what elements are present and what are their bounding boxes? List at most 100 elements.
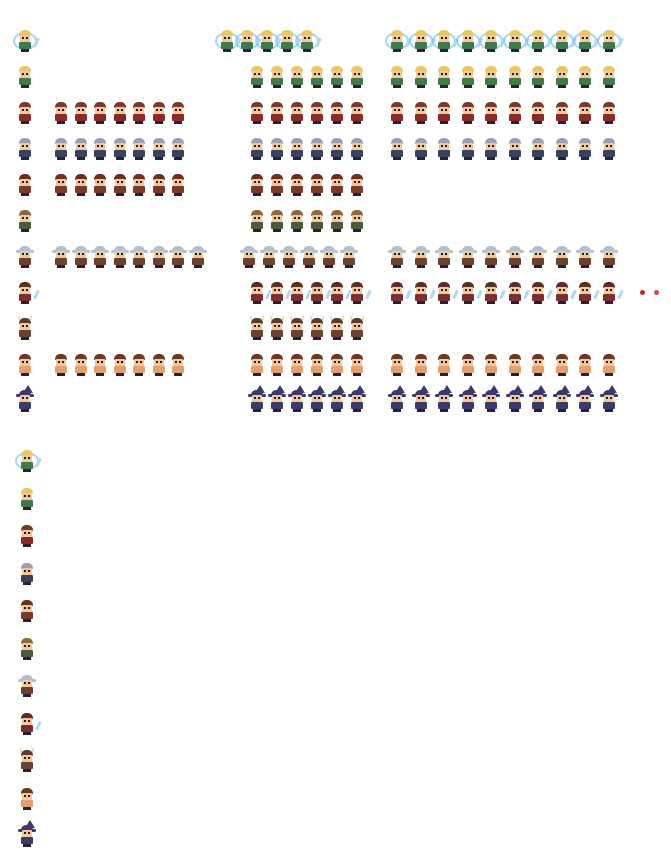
sprite-eye: [609, 109, 612, 111]
sprite-body: [331, 114, 343, 121]
sprite-eye: [248, 37, 250, 39]
sprite-eye: [274, 397, 276, 399]
explorer-sprite: [260, 246, 278, 268]
sprite-legs: [96, 373, 104, 376]
sprite-eye: [605, 289, 608, 291]
knight-sprite: [91, 138, 109, 160]
sprite-eye: [417, 289, 420, 291]
elf_fx-sprite: [13, 30, 40, 52]
sprite-eye: [511, 37, 514, 39]
sprite-eye: [417, 145, 420, 147]
sprite-eye: [441, 109, 443, 111]
sprite-legs: [273, 229, 281, 232]
sprite-eye: [441, 361, 443, 363]
sprite-body: [263, 258, 275, 265]
sprite-body: [391, 150, 403, 157]
sprite-body: [331, 330, 343, 337]
sprite-eye: [26, 217, 28, 219]
elf_fx-sprite: [573, 30, 600, 52]
sprite-body: [579, 258, 591, 265]
sprite-legs: [333, 229, 341, 232]
sprite-body: [391, 42, 403, 49]
sprite-eye: [175, 145, 177, 147]
knight-sprite: [412, 138, 430, 160]
barbarian-sprite: [576, 354, 594, 376]
sprite-eye: [140, 253, 142, 255]
sprite-eye: [445, 37, 447, 39]
sprite-body: [461, 258, 474, 265]
bard-sprite: [16, 282, 40, 304]
sprite-eye: [268, 37, 270, 39]
sprite-eye: [417, 397, 420, 399]
sprite-eye: [605, 253, 608, 255]
barbarian-sprite: [16, 354, 34, 376]
sprite-eye: [318, 145, 320, 147]
wizard-sprite: [248, 385, 266, 412]
sprite-eye: [515, 109, 518, 111]
sprite-body: [19, 222, 31, 229]
sprite-legs: [154, 121, 163, 124]
sprite-eye: [354, 145, 356, 147]
barbarian-sprite: [52, 354, 70, 376]
helmet-horn: [362, 316, 364, 320]
sprite-eye: [394, 73, 396, 75]
sprite-legs: [23, 769, 31, 772]
sprite-legs: [253, 373, 261, 376]
sprite-legs: [303, 49, 311, 52]
sprite-legs: [193, 265, 202, 268]
ranger-sprite: [308, 210, 326, 232]
sprite-body: [271, 150, 283, 157]
sprite-legs: [23, 581, 31, 585]
sprite-legs: [21, 49, 29, 52]
sprite-body: [414, 114, 427, 121]
wizard-sprite: [435, 385, 453, 412]
sprite-eye: [58, 109, 60, 111]
sprite-body: [133, 186, 145, 193]
sprite-eye: [582, 253, 584, 255]
wizard-hat-tip: [606, 385, 617, 393]
sprite-eye: [586, 361, 588, 363]
sprite-body: [414, 150, 427, 157]
elf_fx-sprite: [479, 30, 506, 52]
sprite-body: [555, 366, 568, 373]
sprite-body: [19, 150, 31, 157]
sprite-eye: [318, 73, 320, 75]
sprite-eye: [394, 109, 396, 111]
sprite-body: [55, 366, 67, 373]
sprite-body: [152, 114, 165, 121]
sprite-eye: [358, 73, 360, 75]
sprite-legs: [333, 337, 341, 340]
sprite-eye: [294, 397, 296, 399]
sprite-eye: [326, 253, 328, 255]
sprite-eye: [535, 73, 537, 75]
sprite-eye: [562, 289, 565, 291]
explorer-sprite: [188, 246, 207, 268]
sprite-body: [19, 294, 31, 301]
sprite-legs: [293, 337, 301, 340]
sprite-body: [291, 330, 303, 337]
sprite-legs: [393, 265, 401, 268]
sprite-legs: [96, 157, 104, 160]
sprite-body: [485, 402, 497, 409]
sprite-eye: [244, 37, 246, 39]
sprite-body: [438, 402, 450, 409]
sprite-eye: [492, 397, 494, 399]
sprite-eye: [515, 37, 518, 39]
sprite-body: [602, 114, 615, 121]
sprite-body: [271, 114, 283, 121]
explorer-sprite: [320, 246, 338, 268]
sprite-eye: [310, 253, 312, 255]
sprite-eye: [58, 181, 60, 183]
barbarian-sprite: [288, 354, 306, 376]
sprite-weapon: [365, 289, 372, 300]
elf-sprite: [388, 66, 406, 88]
sprite-body: [351, 186, 363, 193]
sprite-legs: [463, 49, 472, 52]
sprite-body: [532, 294, 544, 301]
sprite-legs: [135, 373, 143, 376]
sprite-eye: [116, 109, 119, 111]
sprite-eye: [318, 325, 320, 327]
sprite-legs: [325, 265, 333, 268]
explorer-sprite: [91, 246, 109, 268]
bard-sprite: [529, 282, 553, 304]
